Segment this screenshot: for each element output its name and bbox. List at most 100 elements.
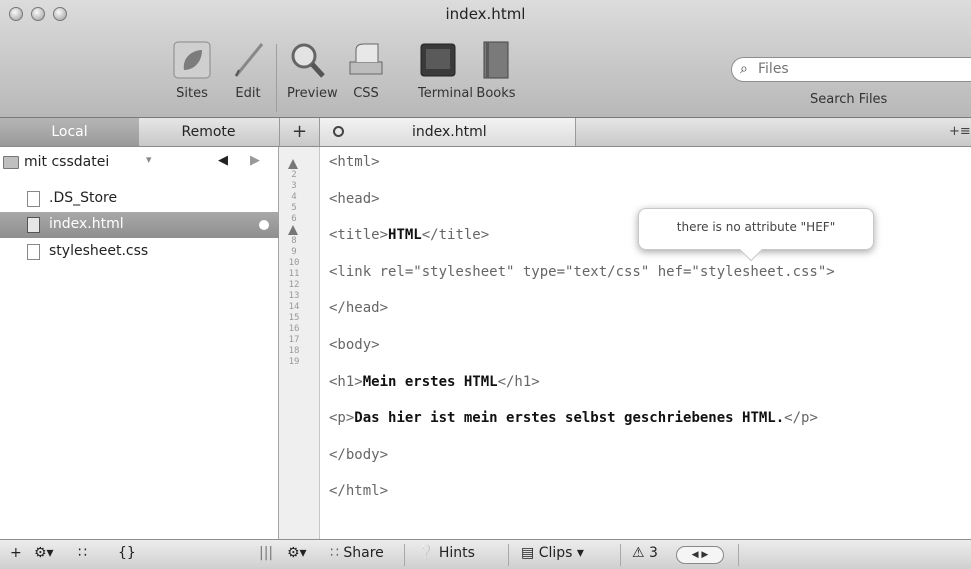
close-tab-icon[interactable] (333, 126, 344, 137)
rss-icon[interactable]: ∷ (78, 545, 87, 561)
code-line[interactable]: <body> (329, 337, 380, 353)
divider (620, 544, 621, 566)
code-tag: <title> (329, 227, 389, 244)
warning-navigation[interactable]: ◀ ▶ (676, 546, 724, 564)
error-tooltip: there is no attribute "HEF" (638, 208, 874, 262)
code-text: Das hier ist mein erstes selbst geschrie… (354, 410, 785, 427)
terminal-button[interactable]: Terminal (418, 40, 473, 101)
clips-label: Clips (538, 545, 573, 561)
terminal-label: Terminal (418, 86, 473, 101)
code-line[interactable]: </html> (329, 483, 388, 499)
line-number: 4 (291, 192, 297, 202)
search-files-field[interactable]: ⌕ (731, 57, 971, 82)
code-tag: </body> (329, 446, 389, 463)
ruler-icon (346, 40, 386, 80)
line-number: 8 (291, 236, 297, 246)
divider (404, 544, 405, 566)
unsaved-dot-icon (259, 220, 269, 230)
edit-button[interactable]: Edit (228, 40, 268, 101)
code-tag: <link rel="stylesheet" type="text/css" h… (329, 263, 835, 280)
resize-handle-icon[interactable]: ||| (259, 545, 273, 561)
code-tag: <head> (329, 190, 380, 207)
add-file-button[interactable]: + (10, 545, 22, 561)
preview-button[interactable]: Preview (287, 40, 338, 101)
code-tag: </head> (329, 300, 389, 317)
code-tag: </h1> (497, 373, 540, 390)
code-line[interactable]: <h1>Mein erstes HTML</h1> (329, 374, 540, 390)
tab-remote[interactable]: Remote (139, 118, 278, 146)
line-number: 12 (288, 280, 300, 290)
code-tag: <p> (329, 410, 355, 427)
css-button[interactable]: CSS (346, 40, 386, 101)
books-button[interactable]: Books (476, 40, 516, 101)
code-text: Mein erstes HTML (362, 373, 498, 390)
code-line[interactable]: <p>Das hier ist mein erstes selbst gesch… (329, 410, 818, 426)
leaf-icon (172, 40, 212, 80)
code-tag: <body> (329, 337, 380, 353)
new-tab-button[interactable]: + (279, 118, 320, 146)
chevron-down-icon[interactable]: ▾ (146, 153, 152, 166)
warning-icon[interactable] (287, 224, 301, 236)
share-button[interactable]: ∷ Share (330, 545, 384, 561)
code-tag: <h1> (329, 373, 363, 390)
code-line[interactable]: <html> (329, 154, 380, 170)
edit-label: Edit (235, 86, 261, 101)
gear-icon[interactable]: ⚙▾ (34, 545, 54, 561)
file-sidebar: mit cssdatei ▾ ◀ ▶ .DS_Store index.html … (0, 147, 279, 539)
warning-icon[interactable] (287, 158, 301, 170)
line-number: 13 (288, 291, 300, 301)
warnings-indicator[interactable]: ⚠ 3 (632, 545, 658, 561)
file-name: index.html (49, 216, 124, 232)
back-arrow-icon[interactable]: ◀ (218, 153, 228, 168)
code-tag: </html> (329, 483, 389, 500)
line-number: 5 (291, 203, 297, 213)
sites-label: Sites (176, 86, 208, 101)
clips-button[interactable]: ▤ Clips ▾ (521, 545, 584, 561)
editor-gear-icon[interactable]: ⚙▾ (287, 545, 307, 561)
file-name: .DS_Store (49, 190, 118, 206)
bottom-bar: + ⚙▾ ∷ {} ||| ⚙▾ ∷ Share ❔ Hints ▤ Clips… (0, 539, 971, 569)
forward-arrow-icon[interactable]: ▶ (250, 153, 260, 168)
code-line[interactable]: </head> (329, 300, 388, 316)
search-files-label: Search Files (810, 92, 888, 107)
tab-file-name: index.html (412, 124, 487, 140)
tab-strip: Local Remote + index.html +≡ (0, 118, 971, 147)
warning-icon: ⚠ (632, 545, 645, 561)
code-line[interactable]: <link rel="stylesheet" type="text/css" h… (329, 264, 835, 280)
folder-name: mit cssdatei (24, 154, 110, 170)
divider (738, 544, 739, 566)
file-item-selected[interactable]: index.html (0, 212, 279, 238)
code-line[interactable]: <title>HTML</title> (329, 227, 489, 243)
tab-local[interactable]: Local (0, 118, 139, 146)
tab-menu-button[interactable]: +≡ (949, 124, 971, 139)
braces-icon[interactable]: {} (118, 545, 136, 561)
folder-selector[interactable]: mit cssdatei ▾ ◀ ▶ (0, 151, 279, 175)
line-number: 18 (288, 346, 300, 356)
line-number-gutter: 2 3 4 5 6 8 9 10 11 12 13 14 15 16 17 18 19 (279, 147, 320, 539)
html-file-icon (27, 217, 40, 233)
search-icon: ⌕ (740, 61, 748, 77)
code-tag: </p> (784, 410, 818, 427)
search-input[interactable] (758, 61, 948, 77)
terminal-icon (418, 40, 458, 80)
line-number: 10 (288, 258, 300, 268)
sites-button[interactable]: Sites (172, 40, 212, 101)
code-line[interactable]: </body> (329, 447, 388, 463)
toolbar: index.html Sites Edit Preview CSS Termin… (0, 0, 971, 118)
preview-label: Preview (287, 86, 338, 101)
line-number: 11 (288, 269, 300, 279)
line-number: 17 (288, 335, 300, 345)
tab-index-html[interactable]: index.html (320, 118, 576, 146)
document-icon (27, 191, 40, 207)
line-number: 2 (291, 170, 297, 180)
divider (508, 544, 509, 566)
share-icon: ∷ (330, 545, 339, 561)
warning-count: 3 (649, 545, 658, 561)
file-item[interactable]: .DS_Store (0, 186, 279, 212)
file-item[interactable]: stylesheet.css (0, 239, 279, 265)
folder-icon (3, 156, 19, 169)
code-editor[interactable]: <html> <head> <title>HTML</title> <link rel… (320, 147, 971, 539)
code-line[interactable]: <head> (329, 191, 380, 207)
hints-button[interactable]: ❔ Hints (417, 545, 475, 561)
help-icon: ❔ (417, 545, 435, 561)
